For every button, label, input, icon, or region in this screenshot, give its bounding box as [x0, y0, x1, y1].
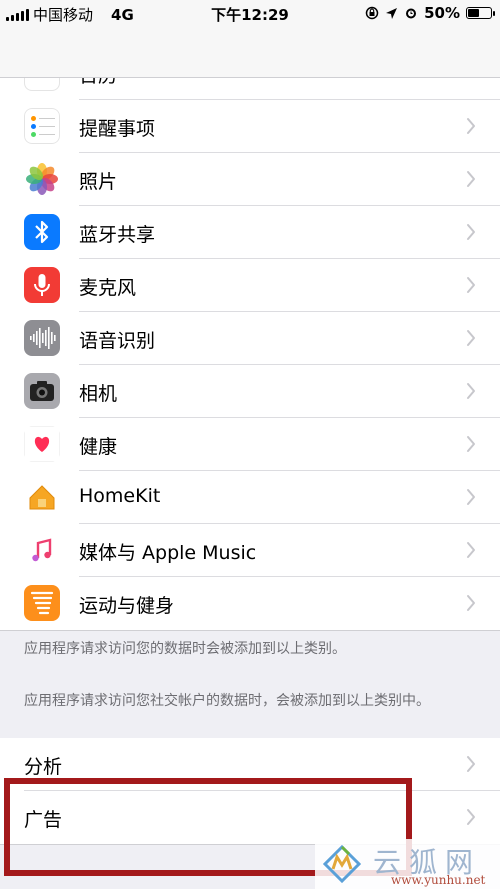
list-item-label: 提醒事项	[79, 118, 156, 140]
list-item-label: 运动与健身	[79, 595, 175, 617]
list-item-music[interactable]: 媒体与 Apple Music	[0, 524, 500, 577]
reminders-icon	[24, 108, 60, 144]
chevron-right-icon	[467, 436, 475, 452]
list-item-motion-fitness[interactable]: 运动与健身	[0, 577, 500, 630]
list-item-label: 媒体与 Apple Music	[79, 542, 257, 564]
chevron-right-icon	[467, 809, 475, 825]
location-icon	[386, 7, 398, 19]
speech-recognition-icon	[24, 320, 60, 356]
chevron-right-icon	[467, 330, 475, 346]
chevron-right-icon	[467, 542, 475, 558]
list-item-label: 蓝牙共享	[79, 224, 156, 246]
chevron-right-icon	[467, 171, 475, 187]
list-item-bluetooth[interactable]: 蓝牙共享	[0, 206, 500, 259]
list-item-label: 相机	[79, 383, 118, 405]
chevron-right-icon	[467, 383, 475, 399]
watermark-url: www.yunhu.net	[391, 873, 486, 887]
list-item-label: 麦克风	[79, 277, 137, 299]
battery-icon	[466, 7, 495, 19]
list-item-label: 分析	[24, 756, 63, 778]
navigation-bar-cover	[0, 26, 500, 78]
chevron-right-icon	[467, 277, 475, 293]
homekit-icon	[24, 479, 60, 515]
list-item-camera[interactable]: 相机	[0, 365, 500, 418]
list-item-photos[interactable]: 照片	[0, 153, 500, 206]
status-right: 50%	[365, 4, 495, 22]
footer-note-data: 应用程序请求访问您的数据时会被添加到以上类别。	[24, 641, 346, 657]
chevron-right-icon	[467, 756, 475, 772]
chevron-right-icon	[467, 224, 475, 240]
list-item-speech-recognition[interactable]: 语音识别	[0, 312, 500, 365]
list-item-label: HomeKit	[79, 485, 161, 507]
status-bar: 中国移动 4G 下午12:29 50%	[0, 0, 500, 26]
battery-percent: 50%	[424, 4, 460, 22]
photos-icon	[24, 161, 60, 197]
music-icon	[24, 532, 60, 568]
list-item-homekit[interactable]: HomeKit	[0, 471, 500, 524]
list-item-ads[interactable]: 广告	[0, 791, 500, 844]
watermark-logo-icon	[323, 845, 361, 883]
list-item-microphone[interactable]: 麦克风	[0, 259, 500, 312]
chevron-right-icon	[467, 489, 475, 505]
bluetooth-icon	[24, 214, 60, 250]
list-item-label: 广告	[24, 809, 63, 831]
list-item-label: 照片	[79, 171, 118, 193]
camera-icon	[24, 373, 60, 409]
list-item-label: 健康	[79, 436, 118, 458]
rotation-lock-icon	[365, 6, 379, 20]
motion-fitness-icon	[24, 585, 60, 621]
list-item-label: 语音识别	[79, 330, 156, 352]
microphone-icon	[24, 267, 60, 303]
battery-fill	[468, 9, 479, 17]
list-item-analytics[interactable]: 分析	[0, 738, 500, 791]
watermark: 云狐网 www.yunhu.net	[315, 839, 500, 889]
health-icon	[24, 426, 60, 462]
list-item-reminders[interactable]: 提醒事项	[0, 100, 500, 153]
chevron-right-icon	[467, 595, 475, 611]
alarm-icon	[406, 8, 417, 19]
footer-note-social: 应用程序请求访问您社交帐户的数据时，会被添加到以上类别中。	[24, 693, 430, 709]
chevron-right-icon	[467, 118, 475, 134]
list-item-health[interactable]: 健康	[0, 418, 500, 471]
